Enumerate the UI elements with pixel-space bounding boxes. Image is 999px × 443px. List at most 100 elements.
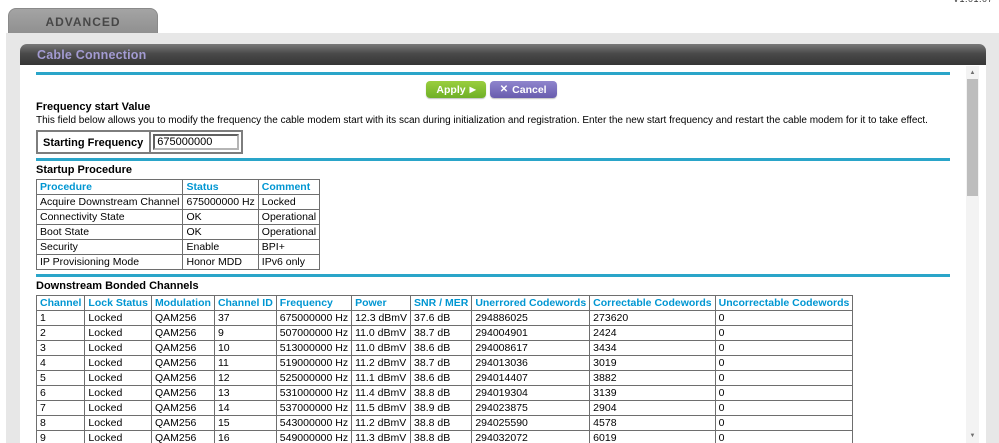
table-row: 9 Locked QAM256 16 549000000 Hz 11.3 dBmV 38.8… xyxy=(35,430,854,443)
column-header: Status xyxy=(182,179,259,195)
table-cell: Locked xyxy=(84,340,152,356)
column-header: Procedure xyxy=(35,179,184,195)
table-cell: 9 xyxy=(213,325,277,341)
table-cell: Locked xyxy=(84,310,152,326)
table-cell: 0 xyxy=(714,415,854,431)
column-header: Lock Status xyxy=(84,295,152,311)
column-header: Comment xyxy=(257,179,321,195)
table-cell: 3 xyxy=(35,340,86,356)
cancel-button-label: Cancel xyxy=(512,83,547,96)
table-cell: 294032072 xyxy=(471,430,591,443)
frequency-section-heading: Frequency start Value xyxy=(36,101,151,113)
starting-frequency-label: Starting Frequency xyxy=(38,132,152,152)
table-row: 2 Locked QAM256 9 507000000 Hz 11.0 dBmV 38.7 … xyxy=(35,325,854,341)
table-row: 5 Locked QAM256 12 525000000 Hz 11.1 dBmV 38.6… xyxy=(35,370,854,386)
table-cell: 12 xyxy=(213,370,277,386)
table-cell: 8 xyxy=(35,415,86,431)
table-cell: 537000000 Hz xyxy=(275,400,353,416)
startup-procedure-table: Procedure Status Comment Acquire Downstream… xyxy=(35,179,321,270)
table-cell: 3434 xyxy=(589,340,716,356)
table-cell: Locked xyxy=(84,400,152,416)
table-row: 4 Locked QAM256 11 519000000 Hz 11.2 dBmV 38.7… xyxy=(35,355,854,371)
table-cell: 3139 xyxy=(589,385,716,401)
table-cell: 11.1 dBmV xyxy=(351,370,412,386)
column-header: Modulation xyxy=(150,295,215,311)
section-divider xyxy=(36,72,950,75)
table-cell: Connectivity State xyxy=(35,209,184,225)
table-cell: Locked xyxy=(84,385,152,401)
table-cell: 543000000 Hz xyxy=(275,415,353,431)
table-cell: 0 xyxy=(714,310,854,326)
table-cell: 0 xyxy=(714,355,854,371)
table-cell: 3882 xyxy=(589,370,716,386)
frequency-section-description: This field below allows you to modify th… xyxy=(36,115,928,126)
table-cell: 38.8 dB xyxy=(410,415,473,431)
page-title: Cable Connection xyxy=(37,47,147,62)
table-cell: 11.0 dBmV xyxy=(351,340,412,356)
table-cell: QAM256 xyxy=(150,310,215,326)
table-cell: 294023875 xyxy=(471,400,591,416)
table-cell: 531000000 Hz xyxy=(275,385,353,401)
table-cell: Locked xyxy=(84,370,152,386)
table-cell: IP Provisioning Mode xyxy=(35,254,184,270)
table-cell: 0 xyxy=(714,385,854,401)
table-cell: 37 xyxy=(213,310,277,326)
table-cell: 37.6 dB xyxy=(410,310,473,326)
table-row: 3 Locked QAM256 10 513000000 Hz 11.0 dBmV 38.6… xyxy=(35,340,854,356)
table-cell: 3019 xyxy=(589,355,716,371)
cancel-button[interactable]: ✕ Cancel xyxy=(489,81,557,98)
table-cell: 4 xyxy=(35,355,86,371)
scroll-down-arrow-icon[interactable]: ▼ xyxy=(966,431,979,441)
table-cell: 11.0 dBmV xyxy=(351,325,412,341)
column-header: Unerrored Codewords xyxy=(471,295,591,311)
table-cell: 38.6 dB xyxy=(410,340,473,356)
table-cell: 507000000 Hz xyxy=(275,325,353,341)
table-cell: QAM256 xyxy=(150,430,215,443)
starting-frequency-input[interactable] xyxy=(153,134,240,150)
table-cell: 10 xyxy=(213,340,277,356)
apply-button[interactable]: Apply ▶ xyxy=(426,81,486,98)
tab-advanced[interactable]: ADVANCED xyxy=(8,8,158,34)
column-header: Correctable Codewords xyxy=(589,295,716,311)
vertical-scrollbar[interactable]: ▲ ▼ xyxy=(966,66,979,443)
scrollbar-thumb[interactable] xyxy=(967,79,978,196)
table-cell: 38.7 dB xyxy=(410,355,473,371)
table-cell: 2904 xyxy=(589,400,716,416)
table-cell: 294004901 xyxy=(471,325,591,341)
table-cell: 273620 xyxy=(589,310,716,326)
table-cell: 1 xyxy=(35,310,86,326)
table-cell: 9 xyxy=(35,430,86,443)
scroll-up-arrow-icon[interactable]: ▲ xyxy=(966,68,979,78)
table-cell: 549000000 Hz xyxy=(275,430,353,443)
table-cell: 38.8 dB xyxy=(410,385,473,401)
column-header: Uncorrectable Codewords xyxy=(714,295,854,311)
table-cell: Locked xyxy=(84,355,152,371)
table-cell: 5 xyxy=(35,370,86,386)
table-cell: 0 xyxy=(714,340,854,356)
table-cell: Locked xyxy=(257,194,321,210)
table-cell: 0 xyxy=(714,430,854,443)
table-cell: QAM256 xyxy=(150,415,215,431)
table-cell: OK xyxy=(182,224,259,240)
column-header: Channel xyxy=(35,295,86,311)
table-cell: Security xyxy=(35,239,184,255)
table-cell: 15 xyxy=(213,415,277,431)
table-cell: 11.2 dBmV xyxy=(351,355,412,371)
table-cell: 13 xyxy=(213,385,277,401)
table-cell: 7 xyxy=(35,400,86,416)
table-cell: 38.9 dB xyxy=(410,400,473,416)
table-header-row: Procedure Status Comment xyxy=(35,179,321,195)
section-divider xyxy=(36,274,950,277)
table-cell: IPv6 only xyxy=(257,254,321,270)
table-cell: 294014407 xyxy=(471,370,591,386)
table-cell: 294013036 xyxy=(471,355,591,371)
table-cell: 0 xyxy=(714,325,854,341)
table-cell: 11.5 dBmV xyxy=(351,400,412,416)
table-cell: 675000000 Hz xyxy=(182,194,259,210)
button-row: Apply ▶ ✕ Cancel xyxy=(33,81,950,98)
table-cell: 513000000 Hz xyxy=(275,340,353,356)
table-cell: QAM256 xyxy=(150,370,215,386)
table-cell: 294025590 xyxy=(471,415,591,431)
table-cell: QAM256 xyxy=(150,385,215,401)
table-row: IP Provisioning Mode Honor MDD IPv6 only xyxy=(35,254,321,270)
